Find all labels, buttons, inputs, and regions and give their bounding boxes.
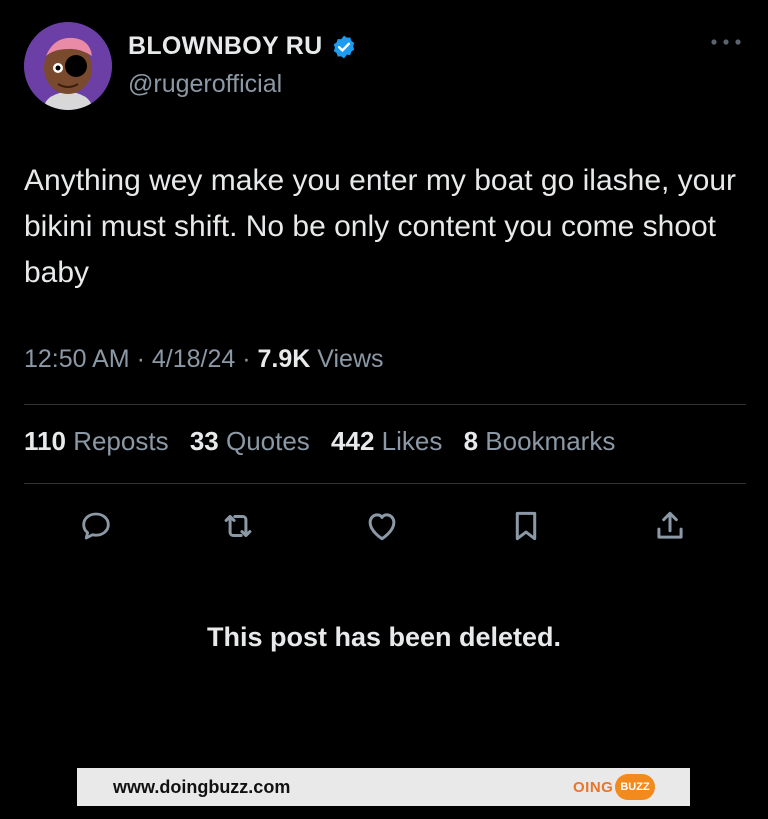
stat-label: Reposts: [73, 426, 169, 456]
more-options-icon[interactable]: [708, 36, 744, 48]
divider: [24, 483, 746, 484]
tweet-text: Anything wey make you enter my boat go i…: [24, 164, 737, 289]
tweet-header: BLOWNBOY RU @rugerofficial: [24, 22, 744, 112]
logo-text: OING: [573, 778, 614, 796]
divider: [24, 404, 746, 405]
stat-label: Likes: [381, 426, 443, 456]
stat-count: 8: [463, 426, 479, 456]
action-bar: [70, 504, 700, 548]
deleted-notice: This post has been deleted.: [206, 622, 562, 652]
views-count: 7.9K: [257, 345, 311, 373]
stat-count: 110: [24, 426, 66, 456]
stat-likes[interactable]: 442 Likes: [331, 426, 442, 456]
stat-bookmarks[interactable]: 8 Bookmarks: [464, 426, 616, 456]
logo-badge: BUZZ: [615, 774, 655, 800]
stat-quotes[interactable]: 33 Quotes: [190, 426, 310, 456]
stat-label: Quotes: [225, 426, 310, 456]
author-handle[interactable]: @rugerofficial: [128, 70, 282, 99]
reply-icon: [82, 512, 110, 540]
repost-icon: [224, 514, 252, 538]
repost-button[interactable]: [216, 504, 260, 548]
share-icon: [657, 511, 683, 539]
verified-badge-icon[interactable]: [331, 34, 357, 60]
watermark-banner: www.doingbuzz.com OING BUZZ: [77, 768, 690, 806]
bookmark-icon: [515, 511, 537, 541]
display-name[interactable]: BLOWNBOY RU: [128, 32, 323, 61]
meta-separator: ·: [235, 345, 258, 373]
watermark-url: www.doingbuzz.com: [113, 776, 291, 797]
tweet-meta: 12:50 AM · 4/18/24 · 7.9K Views: [24, 345, 384, 374]
avatar[interactable]: [24, 22, 112, 110]
share-button[interactable]: [648, 504, 692, 548]
stat-count: 33: [189, 426, 219, 456]
meta-separator: ·: [129, 345, 152, 373]
bookmark-button[interactable]: [504, 504, 548, 548]
reply-button[interactable]: [74, 504, 118, 548]
tweet-time[interactable]: 12:50 AM: [24, 345, 130, 373]
stat-label: Bookmarks: [485, 426, 616, 456]
author-name-row: BLOWNBOY RU: [128, 32, 357, 61]
views-label: Views: [310, 345, 384, 373]
like-button[interactable]: [360, 504, 404, 548]
engagement-stats: 110 Reposts 33 Quotes 442 Likes 8 Bookma…: [24, 426, 629, 457]
doingbuzz-logo: OING BUZZ: [573, 774, 655, 800]
like-icon: [368, 513, 396, 541]
stat-count: 442: [331, 426, 375, 456]
avatar-illustration: [24, 22, 112, 110]
tweet-date[interactable]: 4/18/24: [152, 345, 235, 373]
stat-reposts[interactable]: 110 Reposts: [24, 426, 169, 456]
